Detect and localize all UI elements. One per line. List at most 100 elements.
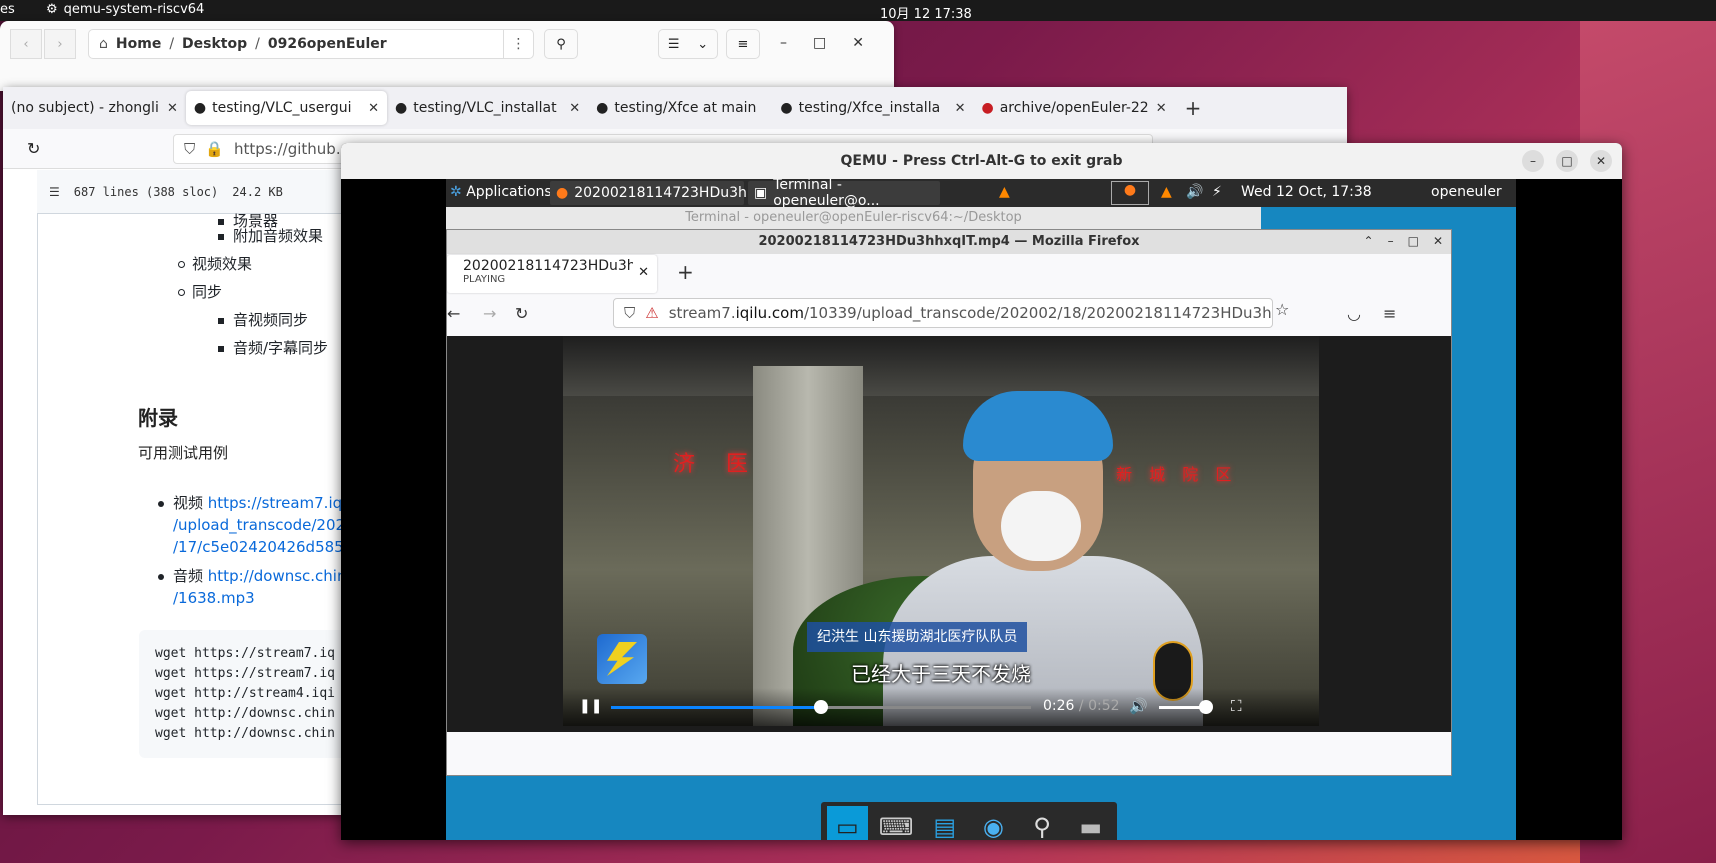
task-firefox[interactable]: ● 20200218114723HDu3h... xyxy=(550,181,760,205)
path-menu-icon[interactable]: ⋮ xyxy=(503,30,533,58)
video-player[interactable]: 济 医 法 新 城 院 区 纪洪生 山东援助湖北医疗队队员 已经大于三天不发烧 xyxy=(563,336,1319,726)
insecure-lock-icon[interactable]: ⚠ xyxy=(645,304,658,322)
vlc-icon[interactable]: ▲ xyxy=(999,184,1010,200)
panel-datetime[interactable]: Wed 12 Oct, 17:38 xyxy=(1241,184,1372,200)
activities-button[interactable]: es xyxy=(0,2,15,17)
back-icon[interactable]: ‹ xyxy=(10,29,42,59)
volume-slider[interactable] xyxy=(1159,700,1213,714)
shield-icon[interactable]: ⛉ xyxy=(624,304,635,322)
new-tab-button[interactable]: + xyxy=(1185,96,1202,120)
minimize-button[interactable]: – xyxy=(1388,234,1394,248)
web-browser-icon[interactable]: ◉ xyxy=(973,806,1014,840)
new-tab-button[interactable]: + xyxy=(677,260,694,284)
lock-icon[interactable]: 🔒 xyxy=(205,140,224,158)
forward-icon[interactable]: → xyxy=(483,304,496,323)
pocket-icon[interactable]: ◡ xyxy=(1347,304,1361,323)
show-desktop-icon[interactable]: ▭ xyxy=(827,806,868,840)
files-window: ‹ › ⌂ Home / Desktop / 0926openEuler ⋮ ⚲… xyxy=(0,21,894,91)
tab-strip: (no subject) - zhongli ✕ ● testing/VLC_u… xyxy=(3,87,1347,129)
list-view-icon[interactable]: ☰ xyxy=(668,37,680,52)
path-desktop[interactable]: Desktop xyxy=(182,36,247,52)
firefox-icon: ● xyxy=(556,185,569,201)
minimize-button[interactable]: – xyxy=(1522,150,1544,172)
tab-xfce-install[interactable]: ● testing/Xfce_installa ✕ xyxy=(772,91,973,125)
volume-handle[interactable] xyxy=(1198,700,1213,714)
maximize-button[interactable]: □ xyxy=(1408,234,1419,248)
hamburger-menu-icon[interactable]: ≡ xyxy=(726,29,760,59)
applications-menu[interactable]: ✲ Applications xyxy=(450,184,552,200)
url-bar[interactable]: ⛉ ⚠ stream7.iqilu.com/10339/upload_trans… xyxy=(613,298,1273,328)
vlc-tray-icon[interactable]: ▲ xyxy=(1161,184,1172,200)
maximize-button[interactable]: □ xyxy=(1556,150,1578,172)
volume-icon[interactable]: 🔊 xyxy=(1186,184,1203,200)
github-icon: ● xyxy=(193,100,207,116)
forward-icon[interactable]: › xyxy=(44,29,76,59)
video-link[interactable]: https://stream7.iqilu xyxy=(208,494,360,512)
terminal-icon: ▣ xyxy=(754,185,768,201)
xfce-dock: ▭ ⌨ ▤ ◉ ⚲ ▬ xyxy=(821,802,1117,840)
path-home[interactable]: Home xyxy=(116,36,161,52)
app-icon: ⚙ xyxy=(46,2,58,17)
view-toggle[interactable]: ☰ ⌄ xyxy=(658,29,718,59)
close-tab-icon[interactable]: ✕ xyxy=(167,101,178,116)
app-menu[interactable]: ⚙ qemu-system-riscv64 xyxy=(46,2,204,17)
tab-xfce-main[interactable]: ● testing/Xfce at main xyxy=(588,91,772,125)
close-tab-icon[interactable]: ✕ xyxy=(638,265,649,280)
tab-vlc-install[interactable]: ● testing/VLC_installat ✕ xyxy=(387,91,588,125)
close-tab-icon[interactable]: ✕ xyxy=(569,101,580,116)
close-button[interactable]: ✕ xyxy=(1590,150,1612,172)
fullscreen-icon[interactable]: ⛶ xyxy=(1231,697,1242,715)
terminal-icon[interactable]: ⌨ xyxy=(876,806,917,840)
close-tab-icon[interactable]: ✕ xyxy=(1156,101,1167,116)
bookmark-star-icon[interactable]: ☆ xyxy=(1275,300,1289,319)
section-paragraph: 可用测试用例 xyxy=(138,444,229,462)
reload-icon[interactable]: ↻ xyxy=(515,304,528,323)
close-tab-icon[interactable]: ✕ xyxy=(368,101,379,116)
list-item: 同步 xyxy=(178,281,222,302)
github-icon: ● xyxy=(395,100,408,116)
maximize-button[interactable]: □ xyxy=(813,35,826,51)
close-button[interactable]: ✕ xyxy=(1433,234,1443,248)
panel-user[interactable]: openeuler xyxy=(1431,184,1502,200)
home-icon: ⌂ xyxy=(99,36,108,52)
path-current[interactable]: 0926openEuler xyxy=(268,36,387,52)
tab-video[interactable]: 20200218114723HDu3h PLAYING ✕ xyxy=(447,255,657,293)
path-bar[interactable]: ⌂ Home / Desktop / 0926openEuler ⋮ xyxy=(88,29,534,59)
hamburger-menu-icon[interactable]: ≡ xyxy=(1383,304,1396,323)
shade-button[interactable]: ⌃ xyxy=(1364,234,1374,248)
tab-gmail[interactable]: (no subject) - zhongli ✕ xyxy=(3,91,186,125)
pause-icon[interactable]: ❚❚ xyxy=(579,698,602,714)
volume-icon[interactable]: 🔊 xyxy=(1129,697,1148,715)
firefox-workspace-icon[interactable]: ● xyxy=(1111,181,1149,205)
list-item: 音频/字幕同步 xyxy=(218,337,328,358)
close-button[interactable]: ✕ xyxy=(852,35,864,51)
file-info-bar: ☰ 687 lines (388 sloc) 24.2 KB xyxy=(37,170,357,214)
player-controls: ❚❚ 0:26 / 0:52 🔊 ⛶ xyxy=(563,688,1319,726)
search-icon[interactable]: ⚲ xyxy=(544,29,578,59)
seek-handle[interactable] xyxy=(814,700,828,714)
gitee-icon: ● xyxy=(981,100,994,116)
video-subtitle: 已经大于三天不发烧 xyxy=(851,662,1031,686)
shield-icon[interactable]: ⛉ xyxy=(184,140,195,158)
tab-vlc-userguide[interactable]: ● testing/VLC_usergui ✕ xyxy=(185,91,388,125)
list-item: 视频效果 xyxy=(178,253,252,274)
minimize-button[interactable]: – xyxy=(780,35,787,51)
app-finder-icon[interactable]: ⚲ xyxy=(1022,806,1063,840)
seek-bar[interactable] xyxy=(611,700,1031,714)
task-terminal[interactable]: ▣ Terminal - openeuler@o... xyxy=(748,179,940,209)
line-count: 687 lines (388 sloc) xyxy=(73,184,219,199)
close-tab-icon[interactable]: ✕ xyxy=(955,101,966,116)
reload-icon[interactable]: ↻ xyxy=(27,139,40,158)
outline-icon[interactable]: ☰ xyxy=(49,185,60,199)
network-icon[interactable]: ⚡ xyxy=(1212,184,1222,200)
back-icon[interactable]: ← xyxy=(447,304,460,323)
led-sign: 济 医 xyxy=(673,452,760,477)
folder-icon[interactable]: ▬ xyxy=(1070,806,1111,840)
clock[interactable]: 10月 12 17:38 xyxy=(880,3,972,22)
tab-archive[interactable]: ● archive/openEuler-22 ✕ xyxy=(974,91,1175,125)
chevron-down-icon[interactable]: ⌄ xyxy=(697,37,708,52)
list-item: 附加音频效果 xyxy=(218,225,323,246)
qemu-window: QEMU - Press Ctrl-Alt-G to exit grab – □… xyxy=(341,143,1622,840)
file-manager-icon[interactable]: ▤ xyxy=(924,806,965,840)
audio-link[interactable]: http://downsc.china xyxy=(208,567,356,585)
